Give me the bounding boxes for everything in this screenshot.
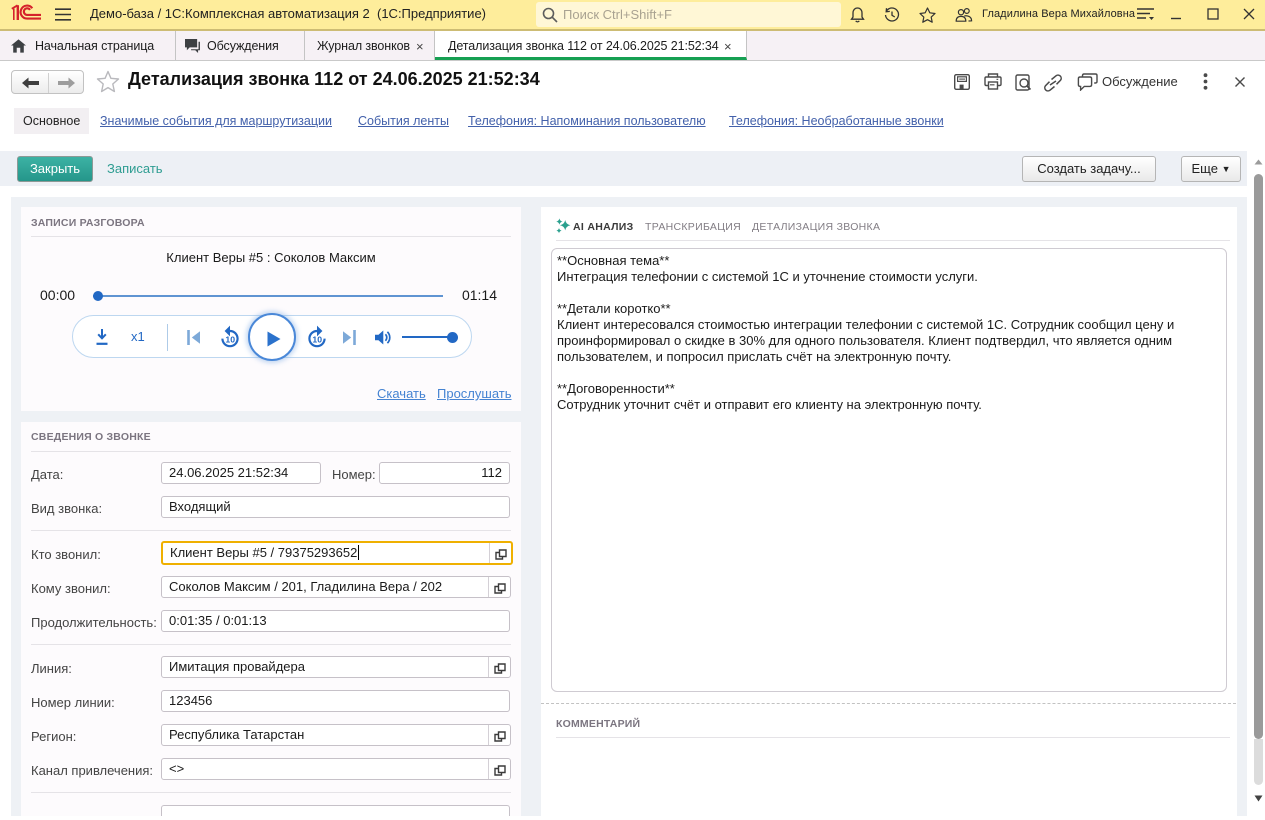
svg-text:10: 10 (225, 334, 235, 344)
svg-text:10: 10 (312, 334, 322, 344)
